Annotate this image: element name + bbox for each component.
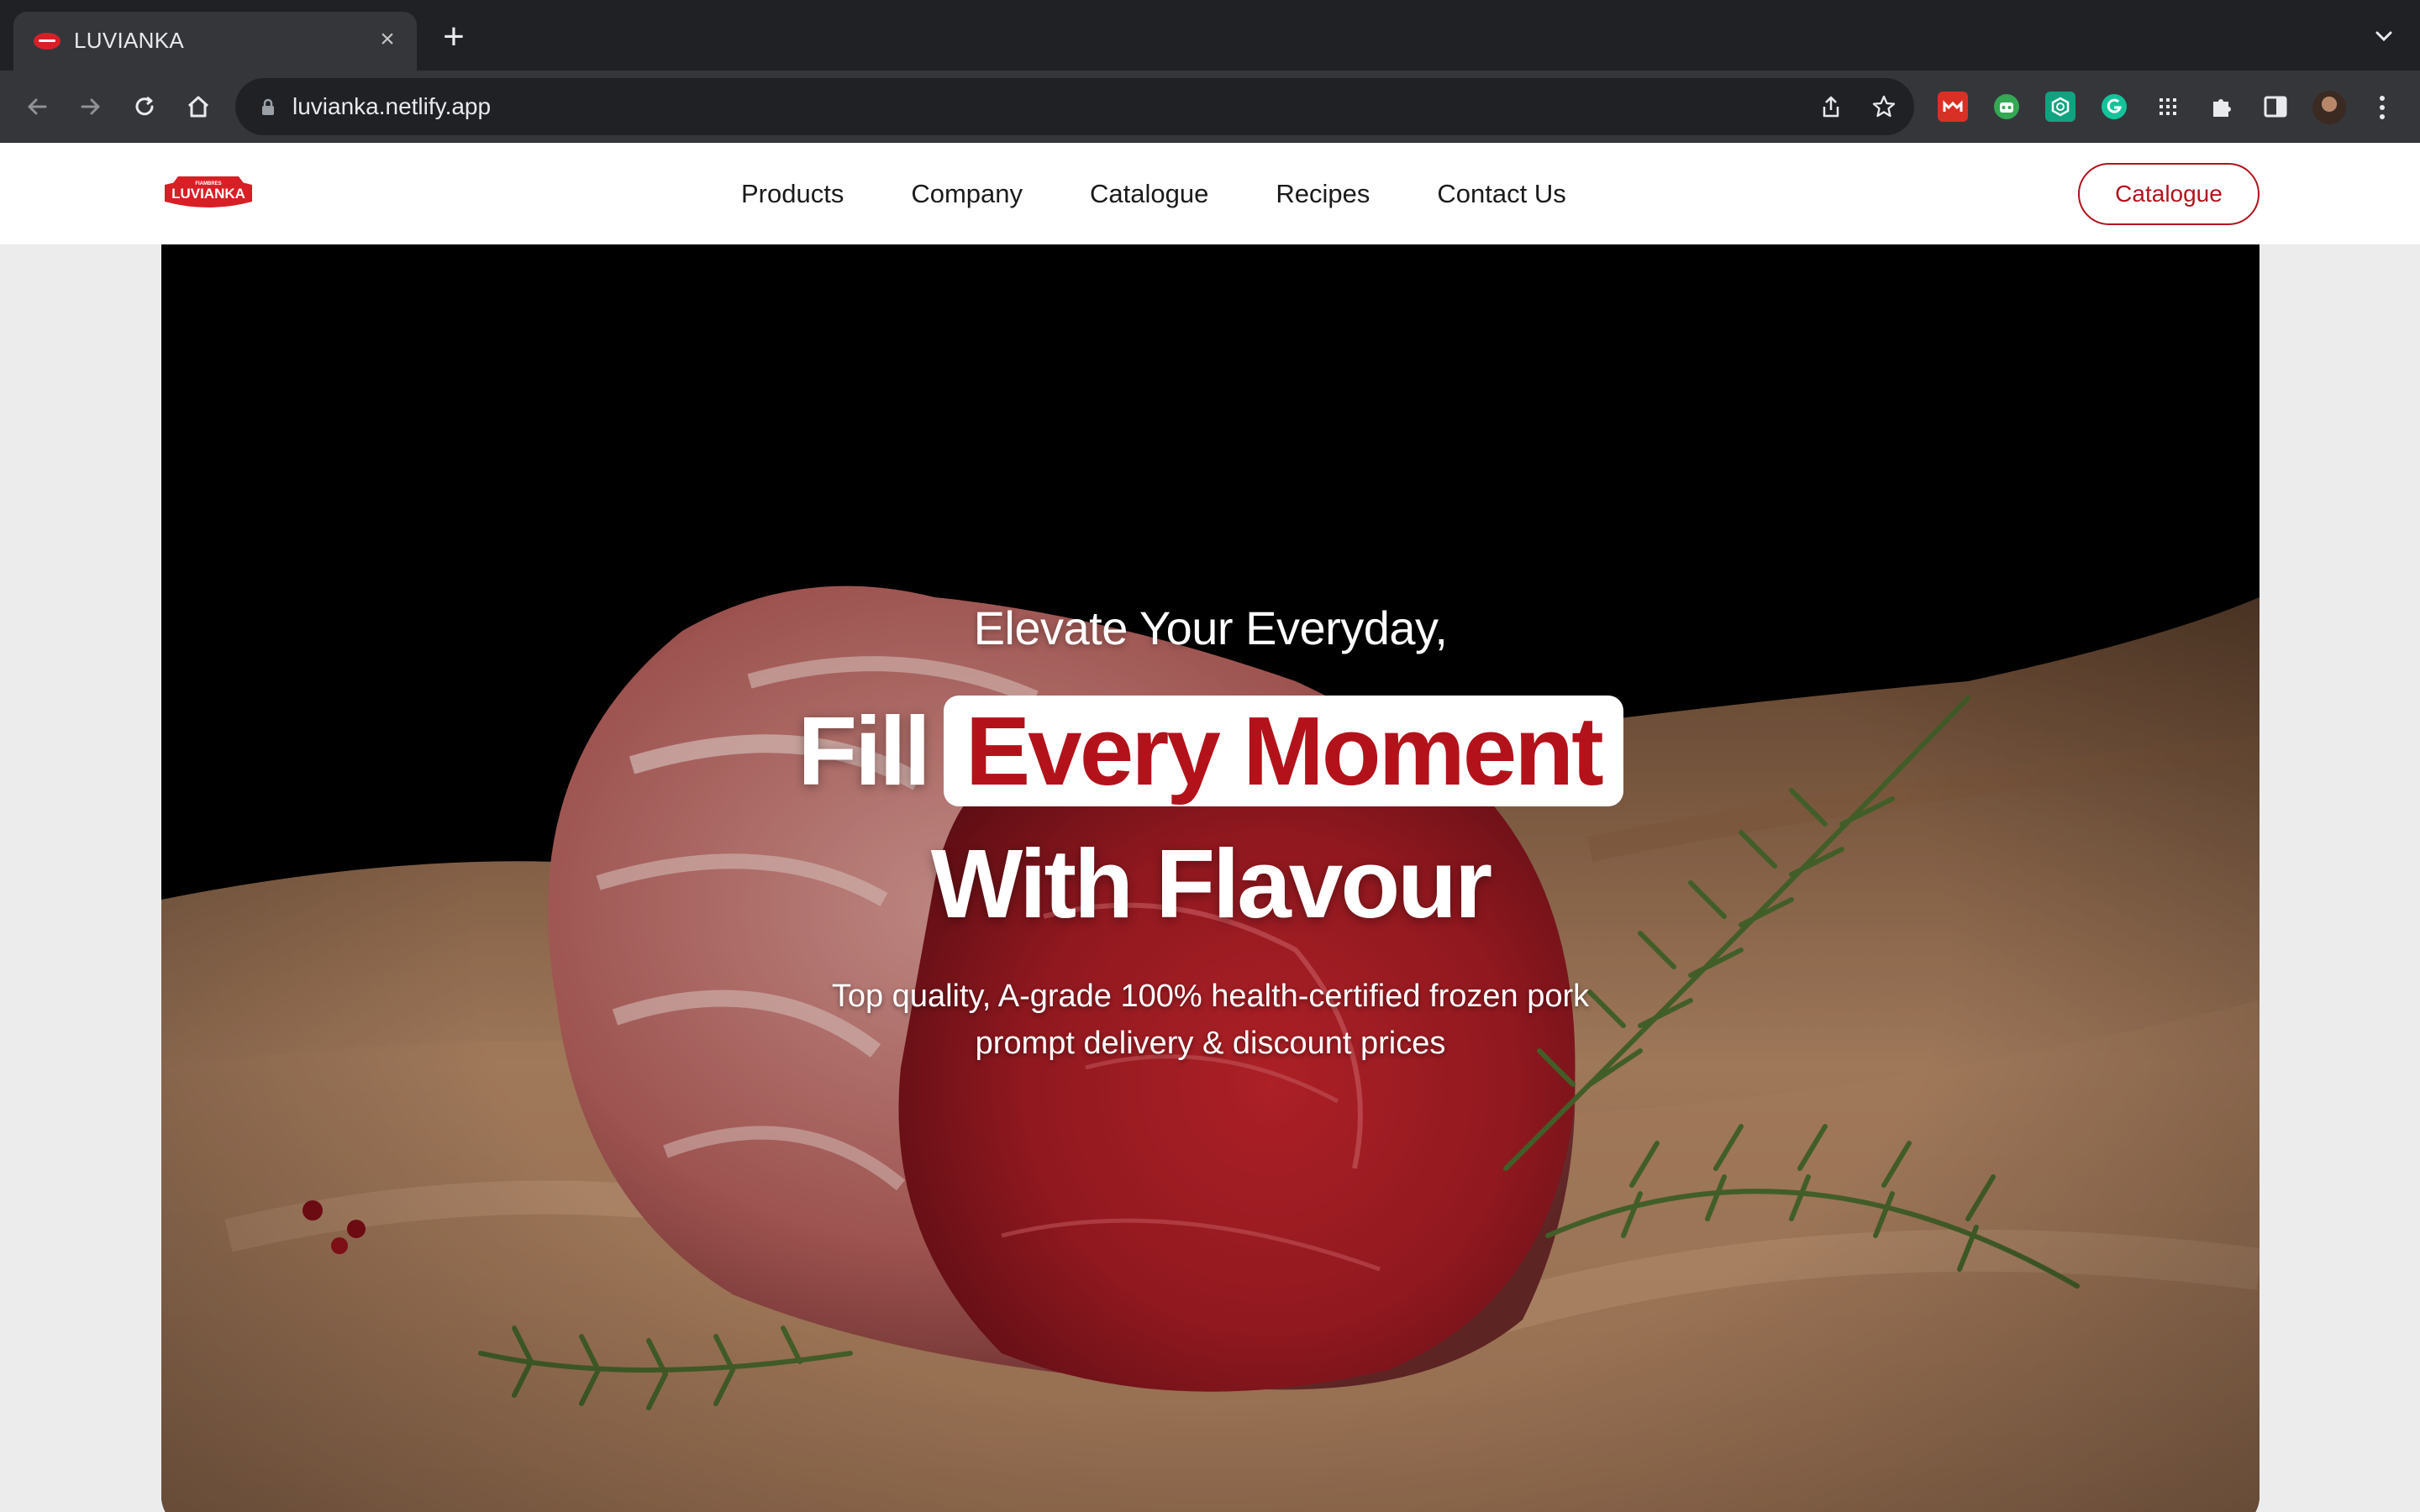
main-nav: Products Company Catalogue Recipes Conta… (741, 179, 1634, 209)
address-bar[interactable]: luvianka.netlify.app (235, 78, 1914, 135)
reload-icon[interactable] (126, 88, 163, 125)
site-header: FIAMBRES LUVIANKA Products Company Catal… (0, 143, 2420, 244)
extensions-puzzle-icon[interactable] (2207, 92, 2237, 122)
tab-title: LUVIANKA (74, 28, 185, 53)
close-tab-icon[interactable]: × (373, 25, 402, 54)
bookmark-star-icon[interactable] (1870, 92, 1898, 121)
extension-grammarly-icon[interactable] (2099, 92, 2129, 122)
favicon-icon (34, 33, 60, 50)
headline-highlight-box: Every Moment (943, 696, 1623, 806)
hero-eyebrow: Elevate Your Everyday, (973, 601, 1448, 654)
back-icon[interactable] (18, 88, 55, 125)
extension-robot-icon[interactable] (1991, 92, 2022, 122)
home-icon[interactable] (180, 88, 217, 125)
nav-catalogue[interactable]: Catalogue (1090, 179, 1208, 209)
nav-recipes[interactable]: Recipes (1276, 179, 1370, 209)
nav-products[interactable]: Products (741, 179, 844, 209)
hero-headline-line2: With Flavour (930, 829, 1492, 938)
browser-menu-icon[interactable] (2370, 92, 2395, 123)
catalogue-button[interactable]: Catalogue (2078, 163, 2260, 225)
lock-icon[interactable] (259, 97, 277, 116)
forward-icon[interactable] (72, 88, 109, 125)
hero-section: Elevate Your Everyday, Fill Every Moment… (161, 244, 2260, 1512)
share-icon[interactable] (1817, 92, 1845, 121)
browser-tab-strip: LUVIANKA × + (0, 0, 2420, 71)
nav-company[interactable]: Company (911, 179, 1023, 209)
extension-grid-icon[interactable] (2153, 92, 2183, 122)
browser-toolbar: luvianka.netlify.app (0, 71, 2420, 143)
url-text[interactable]: luvianka.netlify.app (292, 93, 491, 120)
headline-prefix: Fill (797, 696, 931, 806)
hero-subtitle-line1: Top quality, A-grade 100% health-certifi… (831, 979, 1590, 1014)
headline-highlight: Every Moment (965, 696, 1604, 806)
extension-chatgpt-icon[interactable] (2045, 92, 2075, 122)
hero-headline-line1: Fill Every Moment (161, 695, 2260, 807)
hero-subtitle-line2: prompt delivery & discount prices (975, 1026, 1446, 1061)
tab-search-chevron-icon[interactable] (2373, 25, 2395, 47)
extension-red-icon[interactable] (1938, 92, 1968, 122)
luvianka-logo[interactable]: FIAMBRES LUVIANKA (161, 170, 255, 217)
browser-tab[interactable]: LUVIANKA × (13, 12, 417, 71)
profile-avatar[interactable] (2312, 91, 2346, 124)
new-tab-icon[interactable]: + (437, 18, 471, 55)
logo-text: LUVIANKA (171, 186, 245, 202)
side-panel-icon[interactable] (2260, 92, 2291, 122)
nav-contact-us[interactable]: Contact Us (1437, 179, 1565, 209)
